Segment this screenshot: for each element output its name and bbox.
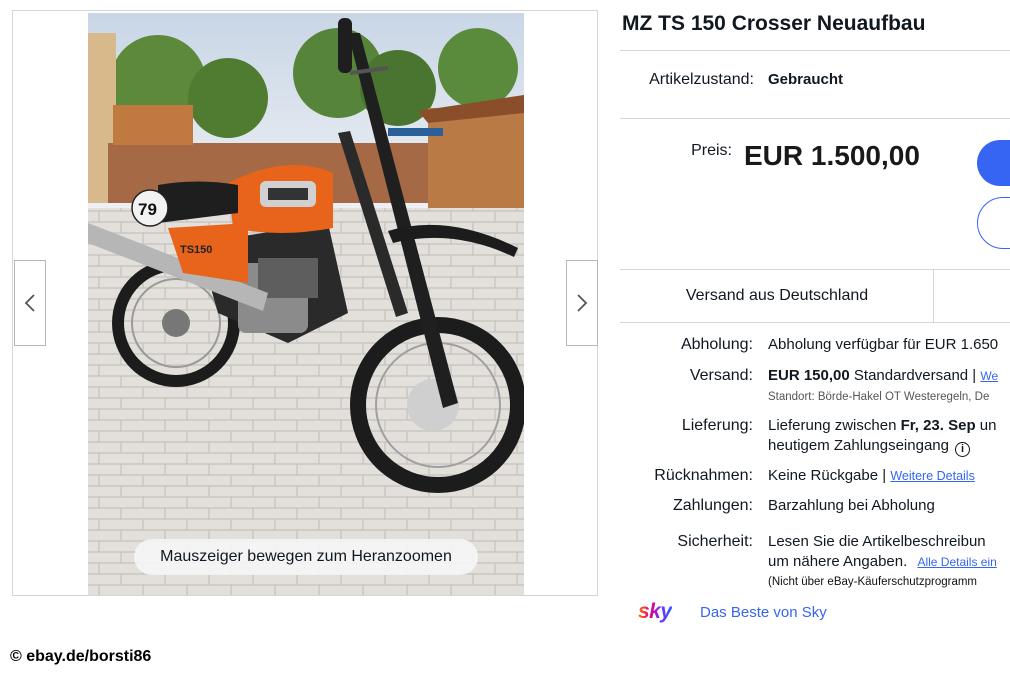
chevron-left-icon bbox=[24, 294, 35, 312]
listing-title: MZ TS 150 Crosser Neuaufbau bbox=[622, 12, 926, 35]
next-image-button[interactable] bbox=[566, 260, 598, 346]
security-line2: um nähere Angaben. Alle Details ein bbox=[768, 553, 997, 570]
motorcycle-photo: TS150 79 bbox=[88, 13, 524, 595]
tab-label: Versand aus Deutschland bbox=[685, 287, 869, 304]
returns-value: Keine Rückgabe | Weitere Details bbox=[768, 467, 975, 484]
delivery-date: Fr, 23. Sep bbox=[900, 417, 976, 434]
sky-logo[interactable]: sky bbox=[638, 600, 672, 624]
tank-label: TS150 bbox=[180, 244, 212, 256]
product-photo[interactable]: TS150 79 bbox=[88, 13, 524, 595]
delivery-label: Lieferung: bbox=[681, 417, 753, 434]
buy-now-button[interactable] bbox=[977, 140, 1010, 186]
zoom-hint: Mauszeiger bewegen zum Heranzoomen bbox=[134, 539, 478, 575]
pickup-value: Abholung verfügbar für EUR 1.650 bbox=[768, 336, 999, 353]
shipping-details-link[interactable]: We bbox=[980, 369, 998, 383]
delivery-prefix: Lieferung zwischen bbox=[768, 417, 901, 434]
returns-label: Rücknahmen: bbox=[654, 467, 753, 484]
shipping-value: EUR 150,00 Standardversand | We bbox=[768, 367, 998, 384]
tab-shipping-from-germany[interactable]: Versand aus Deutschland bbox=[620, 269, 934, 323]
delivery-line2: heutigem Zahlungseingang i bbox=[768, 437, 970, 457]
shipping-price: EUR 150,00 bbox=[768, 367, 850, 384]
price-label: Preis: bbox=[691, 142, 732, 159]
delivery-condition: heutigem Zahlungseingang bbox=[768, 437, 949, 454]
info-icon[interactable]: i bbox=[954, 441, 970, 457]
item-location: Standort: Börde-Hakel OT Westeregeln, De bbox=[768, 391, 990, 403]
security-text: um nähere Angaben. bbox=[768, 553, 908, 570]
divider bbox=[620, 50, 1010, 51]
condition-label: Artikelzustand: bbox=[649, 71, 754, 88]
delivery-suffix: un bbox=[975, 417, 997, 434]
security-label: Sicherheit: bbox=[677, 533, 753, 550]
previous-image-button[interactable] bbox=[14, 260, 46, 346]
shipping-method: Standardversand | bbox=[853, 367, 977, 384]
add-to-cart-button[interactable] bbox=[977, 197, 1010, 249]
buyer-protection-note: (Nicht über eBay-Käuferschutzprogramm bbox=[768, 576, 977, 588]
chevron-right-icon bbox=[577, 294, 588, 312]
pickup-label: Abholung: bbox=[680, 336, 753, 353]
plate-number: 79 bbox=[138, 200, 157, 219]
payments-label: Zahlungen: bbox=[672, 497, 753, 514]
copyright-watermark: © ebay.de/borsti86 bbox=[10, 648, 152, 665]
returns-text: Keine Rückgabe | bbox=[768, 467, 887, 484]
shipping-label: Versand: bbox=[689, 367, 753, 384]
security-line1: Lesen Sie die Artikelbeschreibun bbox=[768, 533, 986, 550]
sky-promo-link[interactable]: Das Beste von Sky bbox=[700, 604, 827, 621]
returns-details-link[interactable]: Weitere Details bbox=[890, 469, 975, 483]
divider bbox=[620, 118, 1010, 119]
tab-next[interactable] bbox=[934, 269, 1010, 323]
security-details-link[interactable]: Alle Details ein bbox=[917, 555, 996, 569]
payments-value: Barzahlung bei Abholung bbox=[768, 497, 935, 514]
price-value: EUR 1.500,00 bbox=[744, 140, 920, 171]
delivery-value: Lieferung zwischen Fr, 23. Sep un bbox=[768, 417, 996, 434]
condition-value: Gebraucht bbox=[768, 71, 844, 88]
